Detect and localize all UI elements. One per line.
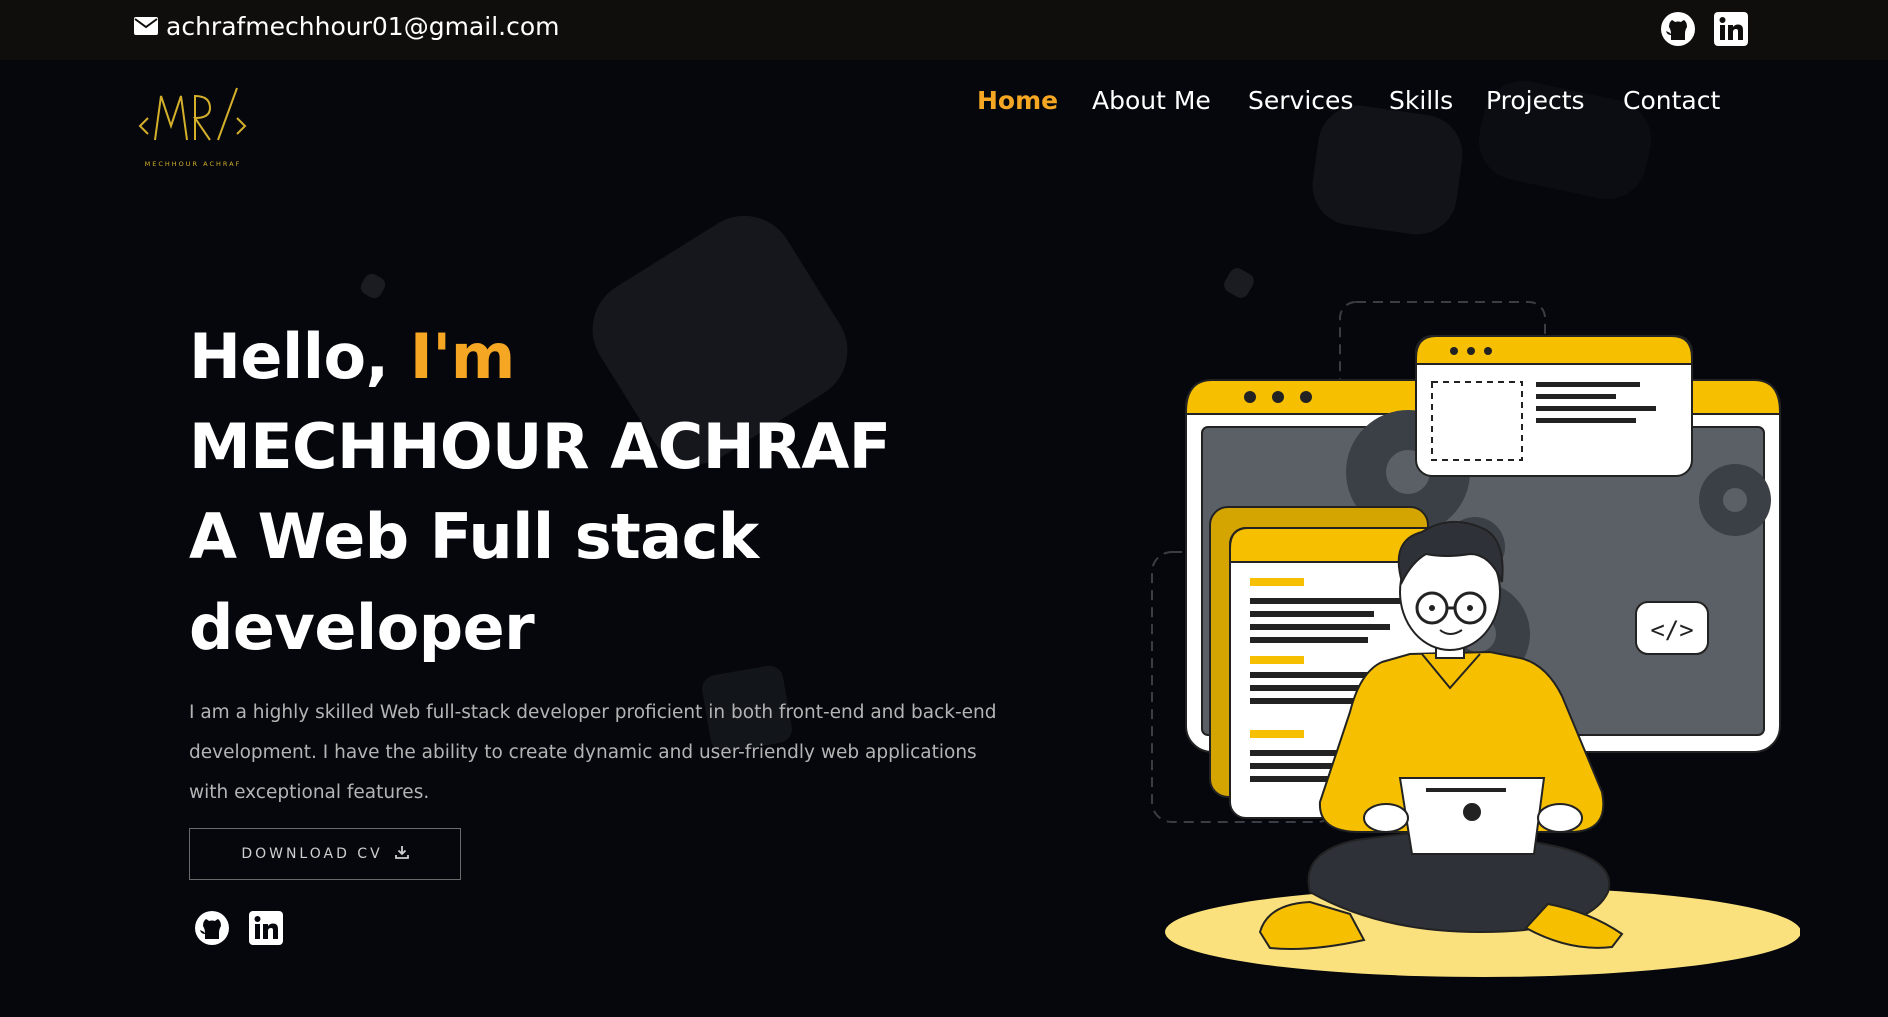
hero-role-line-1: A Web Full stack <box>189 500 759 573</box>
envelope-icon <box>134 12 166 41</box>
download-cv-label: DOWNLOAD CV <box>241 846 383 862</box>
hero-greeting: Hello, I'm <box>189 320 515 393</box>
github-icon[interactable] <box>194 910 230 946</box>
linkedin-icon[interactable] <box>248 910 284 946</box>
linkedin-icon[interactable] <box>1713 11 1749 47</box>
developer-illustration: </> <box>1150 292 1801 982</box>
nav-services[interactable]: Services <box>1248 86 1353 115</box>
email-link[interactable]: achrafmechhour01@gmail.com <box>134 12 559 41</box>
nav-contact[interactable]: Contact <box>1623 86 1720 115</box>
site-logo[interactable]: MECHHOUR ACHRAF <box>138 82 248 172</box>
email-text: achrafmechhour01@gmail.com <box>166 12 560 41</box>
github-icon[interactable] <box>1660 11 1696 47</box>
download-icon <box>383 845 409 863</box>
top-bar: achrafmechhour01@gmail.com <box>0 0 1888 60</box>
code-badge: </> <box>1650 616 1693 644</box>
hero-role-line-2: developer <box>189 591 535 664</box>
greeting-text: Hello, <box>189 320 389 393</box>
nav-projects[interactable]: Projects <box>1486 86 1585 115</box>
download-cv-button[interactable]: DOWNLOAD CV <box>189 828 461 880</box>
hero-description: I am a highly skilled Web full-stack dev… <box>189 702 997 803</box>
nav-home[interactable]: Home <box>977 86 1058 115</box>
hero-name: MECHHOUR ACHRAF <box>189 410 891 483</box>
nav-skills[interactable]: Skills <box>1389 86 1453 115</box>
nav-about-me[interactable]: About Me <box>1092 86 1211 115</box>
logo-text: MECHHOUR ACHRAF <box>145 160 242 168</box>
background-dot <box>357 270 389 302</box>
greeting-accent: I'm <box>409 320 516 393</box>
background-shape <box>1307 100 1468 240</box>
